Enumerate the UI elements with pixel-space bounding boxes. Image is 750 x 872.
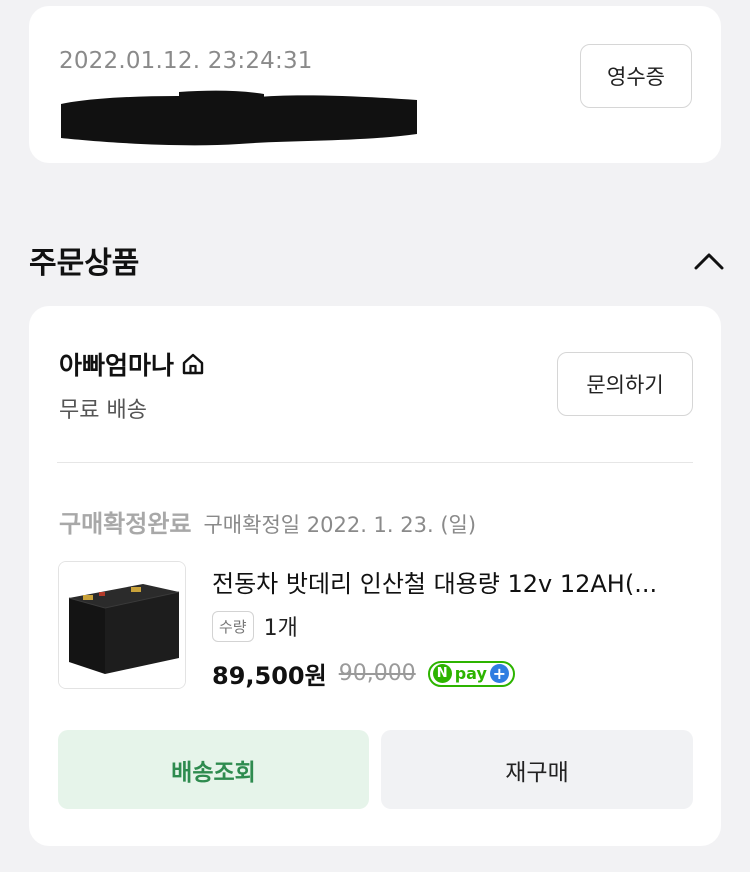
quantity-row: 수량 1개: [212, 610, 298, 642]
redaction-mark: [61, 90, 417, 146]
order-number-redacted: [59, 90, 419, 148]
shipping-info: 무료 배송: [59, 398, 147, 423]
sale-price: 89,500원: [212, 662, 327, 690]
track-delivery-button[interactable]: 배송조회: [58, 730, 369, 809]
original-price: 90,000: [338, 661, 416, 686]
confirm-date: 구매확정일 2022. 1. 23. (일): [203, 513, 477, 537]
section-title: 주문상품: [29, 246, 140, 281]
quantity-label: 수량: [212, 610, 254, 642]
npay-plus-icon: +: [489, 664, 509, 683]
price-row: 89,500원 90,000 N pay +: [212, 656, 515, 691]
order-datetime: 2022.01.12. 23:24:31: [59, 48, 313, 74]
store-name-link[interactable]: 아빠엄마나: [59, 346, 206, 382]
order-status-row: 구매확정완료 구매확정일 2022. 1. 23. (일): [59, 504, 476, 539]
npay-n-icon: N: [432, 664, 452, 683]
product-thumbnail[interactable]: [58, 561, 186, 689]
chevron-up-icon[interactable]: [692, 248, 726, 274]
product-name-link[interactable]: 전동차 밧데리 인산철 대용량 12v 12AH(...: [212, 564, 692, 599]
rebuy-button[interactable]: 재구매: [381, 730, 693, 809]
status-badge: 구매확정완료: [59, 510, 192, 538]
store-home-icon: [182, 353, 204, 375]
npay-plus-badge: N pay +: [427, 660, 515, 687]
order-product-card: 아빠엄마나 무료 배송 문의하기 구매확정완료 구매확정일 2022. 1. 2…: [29, 306, 721, 846]
npay-text: pay: [454, 664, 487, 683]
store-name: 아빠엄마나: [59, 351, 175, 380]
order-info-card: 2022.01.12. 23:24:31 영수증: [29, 6, 721, 163]
divider: [57, 462, 693, 463]
inquiry-button[interactable]: 문의하기: [557, 352, 693, 416]
quantity-value: 1개: [263, 616, 298, 641]
battery-product-image: [59, 562, 185, 688]
receipt-button[interactable]: 영수증: [580, 44, 692, 108]
